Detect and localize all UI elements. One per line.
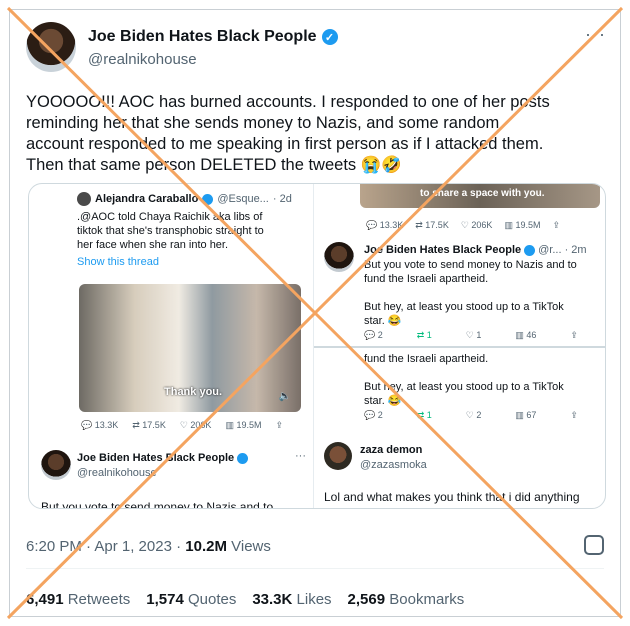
quotes-link[interactable]: 1,574 Quotes xyxy=(146,591,236,608)
bookmarks-link[interactable]: 2,569 Bookmarks xyxy=(348,591,465,608)
volume-icon: 🔈 xyxy=(278,391,291,402)
reply-text: But you vote to send money to Nazis and … xyxy=(41,500,274,508)
view-count: 10.2M xyxy=(185,538,227,555)
more-options-icon: ··· xyxy=(295,450,306,462)
show-thread-link: Show this thread xyxy=(77,256,159,268)
likes-link[interactable]: 33.3K Likes xyxy=(252,591,331,608)
share-icon: ⇪ xyxy=(275,420,284,430)
timestamp[interactable]: 6:20 PM · Apr 1, 2023 · xyxy=(26,538,185,555)
view-count: ▥ 19.5M xyxy=(504,220,541,230)
tweet-stats: 💬 13.3K ⇄ 17.5K ♡ 206K ▥ 19.5M ⇪ xyxy=(81,420,283,431)
reply-count: 💬 13.3K xyxy=(366,220,404,230)
reply-count: 💬 13.3K xyxy=(81,420,119,430)
reply-handle: @zazasmoka xyxy=(360,459,427,471)
divider xyxy=(26,568,604,569)
avatar[interactable] xyxy=(26,22,76,72)
verified-icon xyxy=(202,193,214,205)
video-caption: to share a space with you. xyxy=(420,188,545,199)
quoted-tweet: Alejandra Caraballo @Esque... · 2d .@AOC… xyxy=(77,192,305,268)
reply-handle: @r... · 2m xyxy=(538,244,587,256)
user-handle[interactable]: @realnikohouse xyxy=(88,51,197,68)
avatar xyxy=(324,442,352,470)
avatar xyxy=(324,242,354,272)
analytics-icon[interactable] xyxy=(584,535,604,555)
tweet-stats: 💬 13.3K ⇄ 17.5K ♡ 206K ▥ 19.5M ⇪ xyxy=(366,220,560,231)
share-icon: ⇪ xyxy=(570,330,578,340)
verified-icon: ✓ xyxy=(321,29,338,45)
reply-count: 💬 2 xyxy=(364,410,383,420)
blurred-video: Thank you. 🔈 xyxy=(79,284,301,412)
avatar xyxy=(77,192,91,206)
reply-text: Lol and what makes you think that i did … xyxy=(324,490,580,504)
like-count: ♡ 1 xyxy=(465,330,482,340)
tweet-text: YOOOOO!!! AOC has burned accounts. I res… xyxy=(26,93,550,174)
tweet-meta: 6:20 PM · Apr 1, 2023 · 10.2M Views xyxy=(26,538,271,555)
reply-count: 💬 2 xyxy=(364,330,383,340)
more-options-icon[interactable]: ··· xyxy=(585,24,606,45)
retweet-count: ⇄ 17.5K xyxy=(415,220,449,230)
retweet-count: ⇄ 1 xyxy=(416,330,432,340)
quote-author: Alejandra Caraballo xyxy=(95,193,199,205)
retweet-count: ⇄ 1 xyxy=(416,410,432,420)
divider xyxy=(314,346,605,348)
reply-author: Joe Biden Hates Black People xyxy=(77,452,235,464)
display-name[interactable]: Joe Biden Hates Black People ✓ xyxy=(88,28,338,46)
reply-text: But you vote to send money to Nazis and … xyxy=(364,259,577,327)
like-count: ♡ 2 xyxy=(465,410,482,420)
reply-text: fund the Israeli apartheid. But hey, at … xyxy=(364,353,564,407)
verified-icon xyxy=(237,452,249,464)
video-caption: Thank you. xyxy=(164,386,223,398)
quote-time: · 2d xyxy=(272,193,292,205)
quote-handle: @Esque... xyxy=(217,193,269,205)
reply-author: Joe Biden Hates Black People xyxy=(364,244,522,256)
share-icon: ⇪ xyxy=(570,410,578,420)
tweet-card: Joe Biden Hates Black People ✓ @realniko… xyxy=(9,9,621,617)
screenshot-right: to share a space with you. 💬 13.3K ⇄ 17.… xyxy=(314,184,605,508)
reply-stats: 💬 2 ⇄ 1 ♡ 1 ▥ 46 ⇪ xyxy=(364,330,578,341)
share-icon: ⇪ xyxy=(552,220,561,230)
view-count: ▥ 67 xyxy=(515,410,537,420)
like-count: ♡ 206K xyxy=(179,420,212,430)
view-count: ▥ 19.5M xyxy=(225,420,262,430)
reply-author: zaza demon xyxy=(360,444,423,456)
view-count: ▥ 46 xyxy=(515,330,537,340)
quote-text: .@AOC told Chaya Raichik aka libs of tik… xyxy=(77,211,264,251)
retweets-link[interactable]: 6,491 Retweets xyxy=(26,591,130,608)
engagement-counts: 6,491 Retweets 1,574 Quotes 33.3K Likes … xyxy=(26,591,464,608)
like-count: ♡ 206K xyxy=(460,220,493,230)
screenshot-left: Alejandra Caraballo @Esque... · 2d .@AOC… xyxy=(29,184,314,508)
verified-icon xyxy=(524,244,536,256)
video-strip: to share a space with you. xyxy=(360,184,600,208)
avatar xyxy=(41,450,71,480)
retweet-count: ⇄ 17.5K xyxy=(132,420,166,430)
tweet-media[interactable]: Alejandra Caraballo @Esque... · 2d .@AOC… xyxy=(28,183,606,509)
reply-stats: 💬 2 ⇄ 1 ♡ 2 ▥ 67 ⇪ xyxy=(364,410,578,421)
reply-handle: @realnikohouse xyxy=(77,467,157,479)
